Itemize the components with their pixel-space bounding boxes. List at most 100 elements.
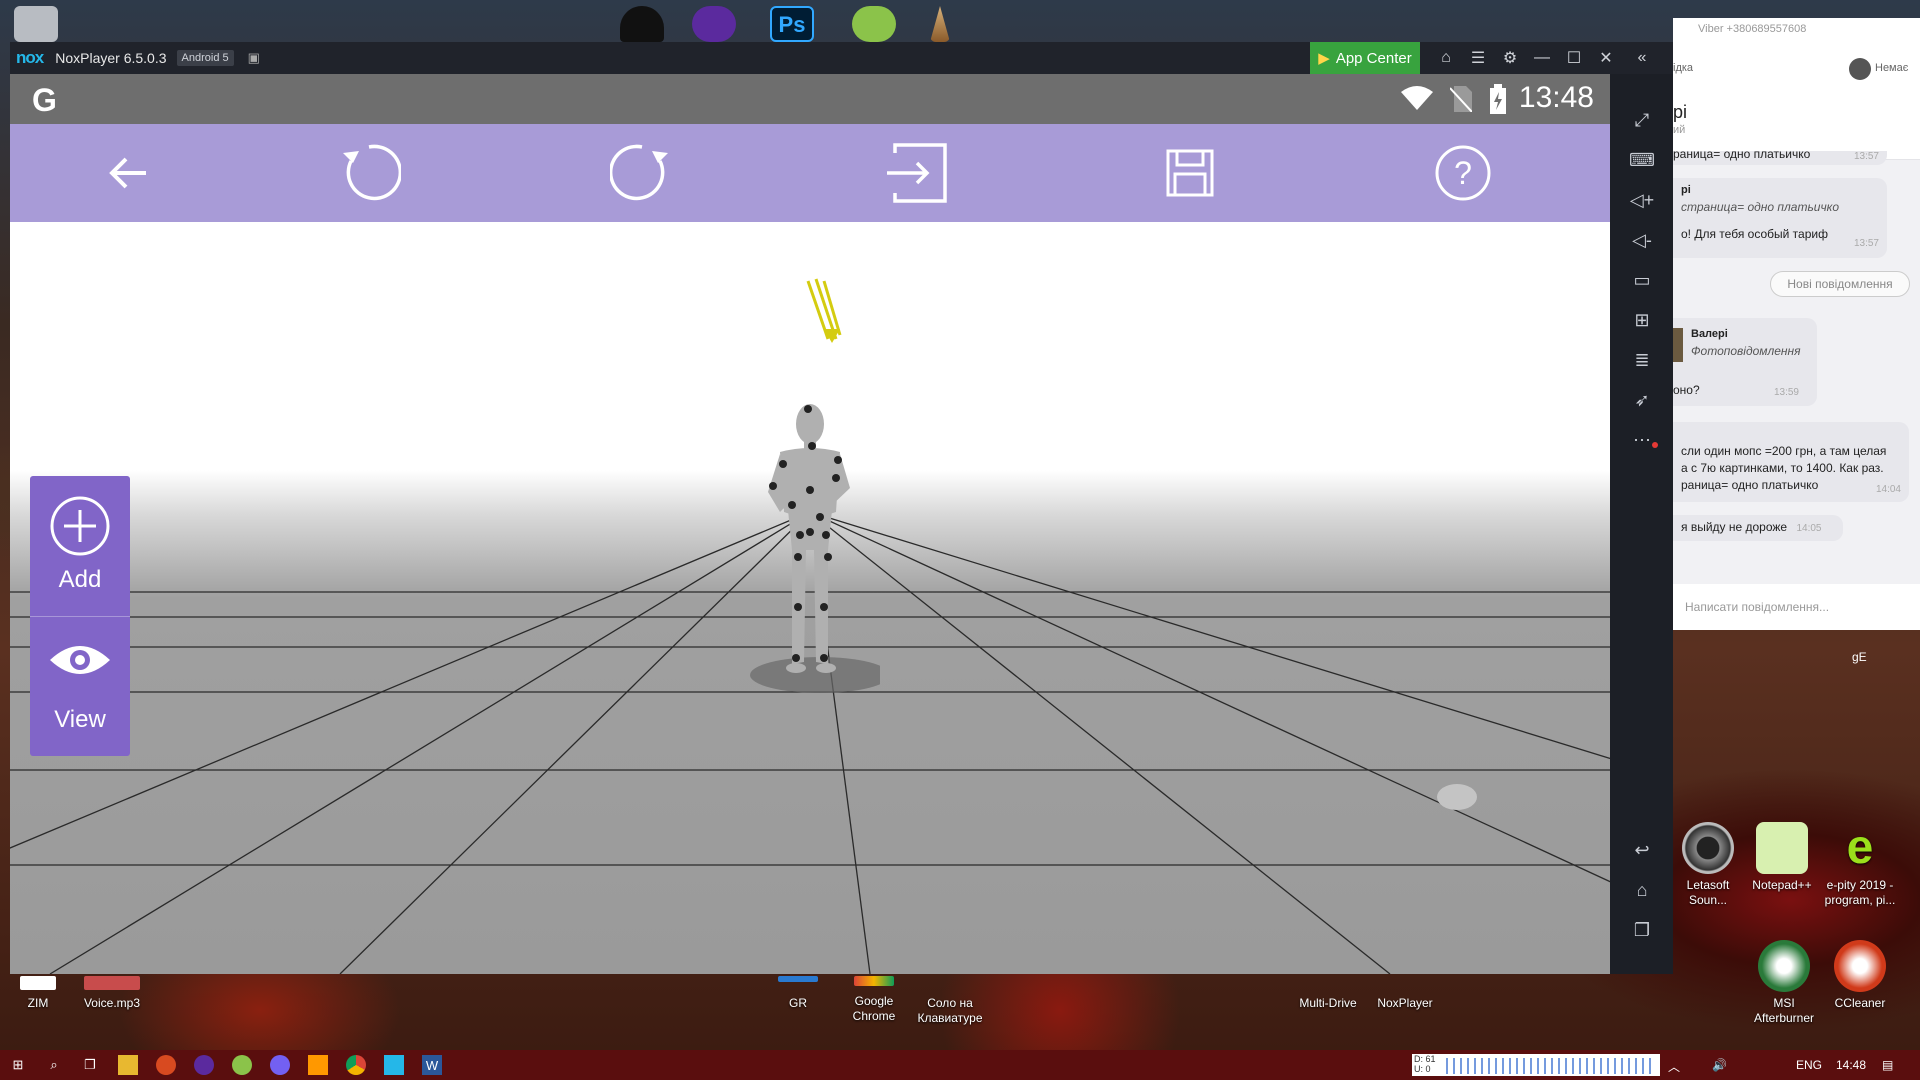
desktop-icon-zim[interactable]: ZIM [0, 976, 78, 1011]
header-left-text: ідка [1673, 62, 1694, 74]
message-text: сли один мопс =200 грн, а там целая а с … [1681, 444, 1887, 492]
file-explorer-icon[interactable] [118, 1055, 138, 1075]
desktop-side-text: gE [1852, 650, 1867, 664]
light-arrow-icon [806, 278, 842, 343]
import-button[interactable] [882, 138, 952, 208]
desktop-icon-letasoft[interactable]: Letasoft Soun... [1668, 822, 1748, 908]
rocket-icon[interactable]: ➶ [1630, 388, 1654, 412]
sender-name: Валері [1691, 328, 1728, 340]
tray-chevron-icon[interactable]: ︿ [1668, 1058, 1680, 1075]
google-icon: G [32, 82, 57, 118]
android-home-icon[interactable]: ⌂ [1630, 878, 1654, 902]
notifications-icon[interactable]: ▤ [1882, 1058, 1893, 1072]
eye-icon [50, 646, 110, 674]
desktop-icon-voice[interactable]: Voice.mp3 [72, 976, 152, 1011]
undo-button[interactable] [334, 138, 404, 208]
search-icon[interactable]: ⌕ [44, 1055, 64, 1075]
volume-up-icon[interactable]: ◁+ [1630, 188, 1654, 212]
battery-charging-icon [1490, 84, 1506, 114]
multi-instance-icon[interactable]: ▣ [248, 50, 260, 66]
lime-icon[interactable] [852, 6, 896, 42]
inkscape-icon[interactable] [620, 6, 664, 42]
tor-icon[interactable] [692, 6, 736, 42]
minimize-icon[interactable]: — [1526, 42, 1558, 74]
3d-pose-viewport[interactable]: Add View [10, 222, 1610, 974]
app-toolbar: ? [10, 124, 1610, 222]
pin-icon[interactable]: ⌂ [1430, 42, 1462, 74]
app-center-button[interactable]: ▶ App Center [1310, 42, 1420, 74]
import-icon [887, 143, 947, 203]
side-action-panel: Add View [30, 476, 130, 756]
quote-text: страница= одно платьичко [1681, 200, 1839, 214]
redo-button[interactable] [607, 138, 677, 208]
tray-lang[interactable]: ENG [1796, 1058, 1822, 1072]
volume-down-icon[interactable]: ◁- [1630, 228, 1654, 252]
lime-taskbar-icon[interactable] [232, 1055, 252, 1075]
tray-clock[interactable]: 14:48 [1836, 1058, 1866, 1072]
windows-start-icon[interactable]: ⊞ [8, 1055, 28, 1075]
word-taskbar-icon[interactable]: W [422, 1055, 442, 1075]
android-status-bar: G 13:48 [10, 74, 1610, 124]
net-upload: U: 0 [1414, 1064, 1431, 1074]
android-back-icon[interactable]: ↩ [1630, 838, 1654, 862]
save-button[interactable] [1155, 138, 1225, 208]
net-download: D: 61 [1414, 1054, 1436, 1064]
taskbar-app-icon[interactable] [156, 1055, 176, 1075]
desktop-icon-notepadpp[interactable]: Notepad++ [1742, 822, 1822, 893]
keyboard-icon[interactable]: ⌨ [1629, 148, 1655, 172]
svg-text:?: ? [1454, 155, 1472, 191]
message-bubble[interactable]: я выйду не дороже 14:05 [1673, 515, 1843, 541]
add-button[interactable]: Add [30, 476, 130, 616]
message-input[interactable]: Написати повідомлення... [1673, 584, 1920, 630]
tor-taskbar-icon[interactable] [194, 1055, 214, 1075]
more-icon[interactable]: ⋯ [1630, 428, 1654, 452]
add-apk-icon[interactable]: ⊞ [1630, 308, 1654, 332]
message-bubble-reply[interactable]: рі страница= одно платьичко о! Для тебя … [1673, 178, 1887, 258]
back-button[interactable] [93, 138, 163, 208]
message-bubble[interactable]: раница= одно платьичко 13:57 [1673, 151, 1887, 165]
maximize-icon[interactable]: ☐ [1558, 42, 1590, 74]
noxplayer-window: nox NoxPlayer 6.5.0.3 Android 5 ▣ ▶ App … [10, 42, 1673, 974]
contact-avatar[interactable] [1849, 58, 1871, 80]
photoshop-icon[interactable]: Ps [770, 6, 814, 42]
trash-icon[interactable] [14, 6, 58, 42]
add-label: Add [58, 566, 102, 593]
settings-gear-icon[interactable]: ⚙ [1494, 42, 1526, 74]
desktop-icon-keyboard-solo[interactable]: Соло на Клавиатуре [910, 976, 990, 1026]
multi-window-icon[interactable]: ≣ [1630, 348, 1654, 372]
tray-volume-icon[interactable]: 🔊 [1712, 1058, 1727, 1072]
nox-logo: nox [16, 48, 44, 67]
quote-name: рі [1681, 184, 1691, 196]
notification-dot [1652, 442, 1658, 448]
back-arrow-icon [109, 157, 146, 189]
mannequin-figure[interactable] [740, 402, 880, 702]
task-view-icon[interactable]: ❐ [80, 1055, 100, 1075]
viber-taskbar-icon[interactable] [270, 1055, 290, 1075]
net-graph [1446, 1058, 1654, 1074]
sublime-taskbar-icon[interactable] [308, 1055, 328, 1075]
no-sim-icon [1450, 86, 1472, 112]
view-button[interactable]: View [30, 616, 130, 756]
desktop-icon-noxplayer[interactable]: NoxPlayer [1365, 976, 1445, 1011]
chrome-taskbar-icon[interactable] [346, 1055, 366, 1075]
desktop-icon-msi[interactable]: MSI Afterburner [1744, 940, 1824, 1026]
viber-chat-header: ідка Немає рі ий [1673, 42, 1920, 160]
head-prop[interactable] [1435, 782, 1479, 812]
nox-taskbar-icon[interactable] [384, 1055, 404, 1075]
screen-icon[interactable]: ▭ [1630, 268, 1654, 292]
collapse-sidebar-icon[interactable]: « [1626, 42, 1658, 74]
desktop-icon-ccleaner[interactable]: CCleaner [1820, 940, 1900, 1011]
desktop-icon-epity[interactable]: e e-pity 2019 - program, pi... [1820, 822, 1900, 908]
android-recents-icon[interactable]: ❐ [1630, 918, 1654, 942]
close-icon[interactable]: ✕ [1590, 42, 1622, 74]
message-bubble[interactable]: сли один мопс =200 грн, а там целая а с … [1673, 422, 1909, 502]
desktop-icon-multidrive[interactable]: Multi-Drive [1288, 976, 1368, 1011]
photo-message-bubble[interactable]: Валері Фотоповідомлення оно? 13:59 [1673, 318, 1817, 406]
menu-icon[interactable]: ☰ [1462, 42, 1494, 74]
desktop-icon-gr[interactable]: GR [758, 976, 838, 1011]
view-label: View [54, 706, 106, 733]
fullscreen-icon[interactable]: ⤢ [1630, 108, 1654, 132]
help-button[interactable]: ? [1428, 138, 1498, 208]
message-text: я выйду не дороже [1681, 520, 1788, 534]
desktop-icon-chrome[interactable]: Google Chrome [834, 976, 914, 1024]
